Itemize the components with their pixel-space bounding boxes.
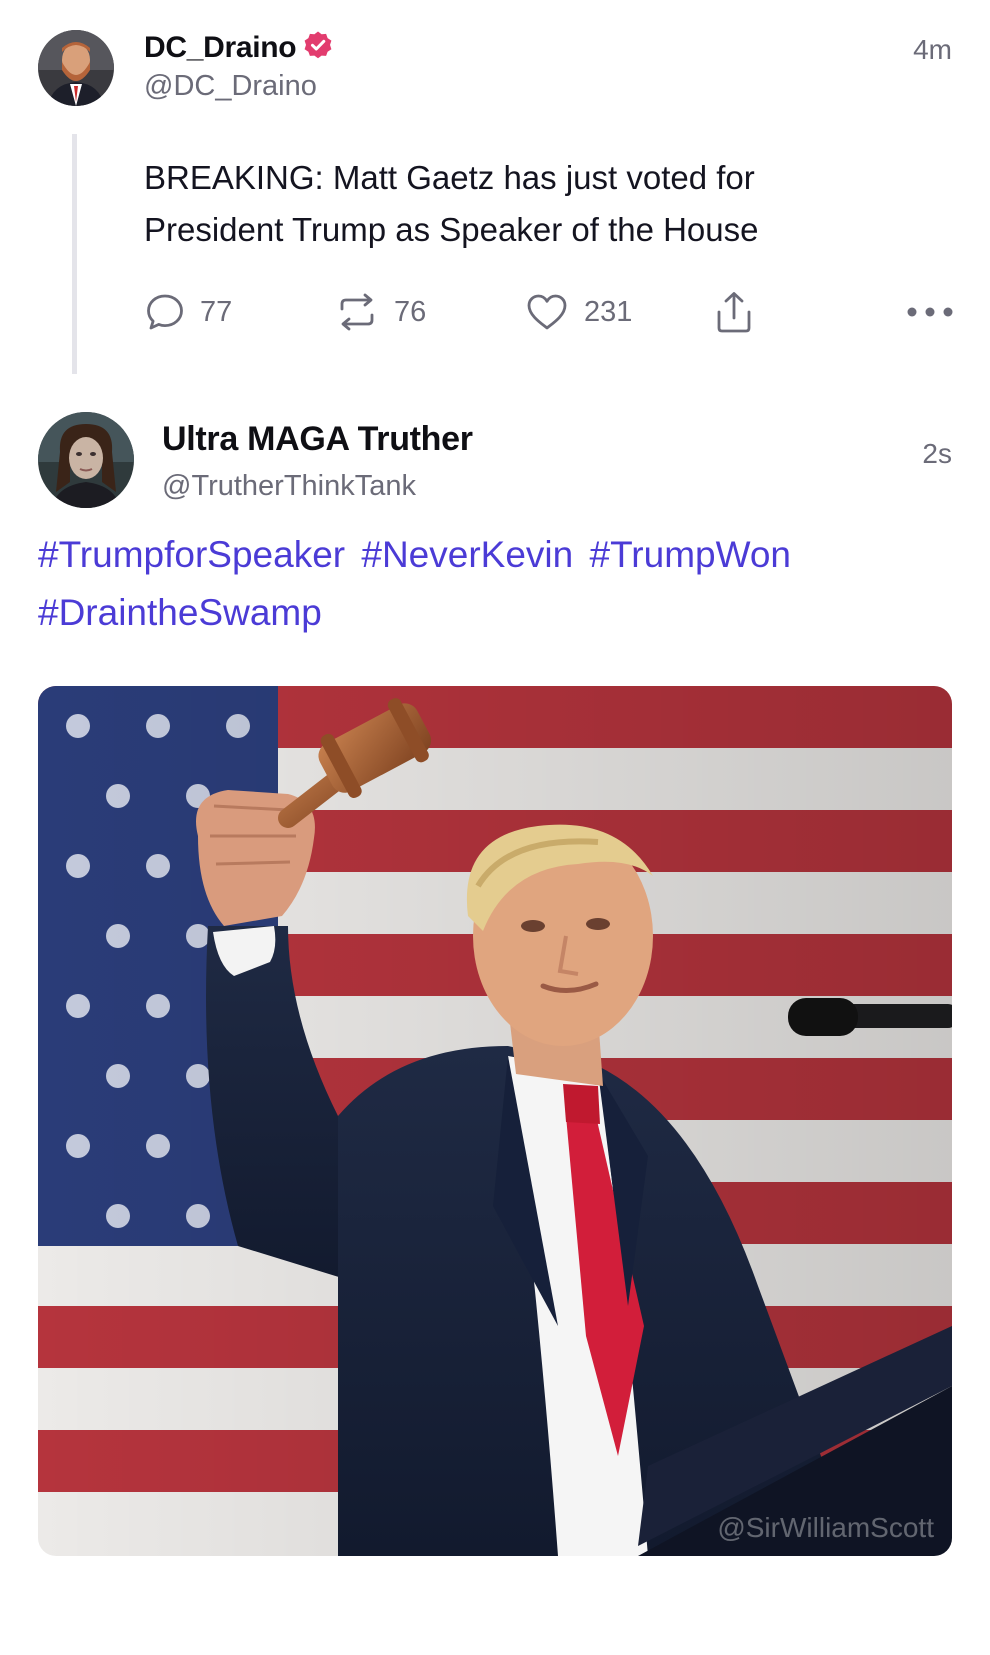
reply-button[interactable]: 77: [144, 290, 232, 334]
author-name-text[interactable]: DC_Draino: [144, 31, 297, 64]
repost-icon: [340, 293, 374, 331]
repost-button[interactable]: 76: [334, 290, 426, 334]
post-image-illustration: [38, 686, 952, 1556]
post-actions: 77 76 231: [144, 290, 954, 334]
reply-icon: [147, 294, 183, 330]
author-handle[interactable]: @DC_Draino: [144, 70, 317, 103]
avatar-dc-draino[interactable]: [38, 30, 114, 106]
post-image[interactable]: @SirWilliamScott: [38, 686, 952, 1556]
feed: DC_Draino @DC_Draino 4m BREAKING: Matt G…: [0, 0, 990, 1655]
more-options-button[interactable]: [906, 290, 954, 334]
repost-count: 76: [394, 295, 427, 328]
like-icon: [527, 294, 567, 330]
image-watermark: @SirWilliamScott: [717, 1512, 934, 1543]
share-button[interactable]: [714, 290, 754, 334]
hashtag-link[interactable]: #TrumpforSpeaker: [38, 534, 345, 575]
verified-badge-icon: [304, 31, 332, 59]
like-button[interactable]: 231: [524, 290, 632, 334]
post-ultra-maga-truther[interactable]: Ultra MAGA Truther @TrutherThinkTank 2s …: [0, 390, 990, 1590]
author-handle[interactable]: @TrutherThinkTank: [162, 470, 416, 503]
post-hashtags: #TrumpforSpeaker #NeverKevin #TrumpWon #…: [38, 526, 938, 642]
author-name[interactable]: DC_Draino: [144, 30, 334, 65]
hashtag-link[interactable]: #NeverKevin: [361, 534, 573, 575]
post-dc-draino[interactable]: DC_Draino @DC_Draino 4m BREAKING: Matt G…: [0, 0, 990, 380]
avatar-ultra-maga-truther[interactable]: [38, 412, 134, 508]
more-icon: [907, 307, 953, 317]
hashtag-link[interactable]: #TrumpWon: [590, 534, 792, 575]
author-name[interactable]: Ultra MAGA Truther: [162, 420, 473, 459]
post-timestamp[interactable]: 4m: [913, 34, 952, 66]
post-timestamp[interactable]: 2s: [922, 438, 952, 470]
like-count: 231: [584, 295, 633, 328]
thread-line: [72, 134, 77, 374]
post-text: BREAKING: Matt Gaetz has just voted for …: [144, 159, 759, 248]
hashtag-link[interactable]: #DraintheSwamp: [38, 592, 322, 633]
reply-count: 77: [200, 295, 233, 328]
share-icon: [717, 292, 751, 333]
